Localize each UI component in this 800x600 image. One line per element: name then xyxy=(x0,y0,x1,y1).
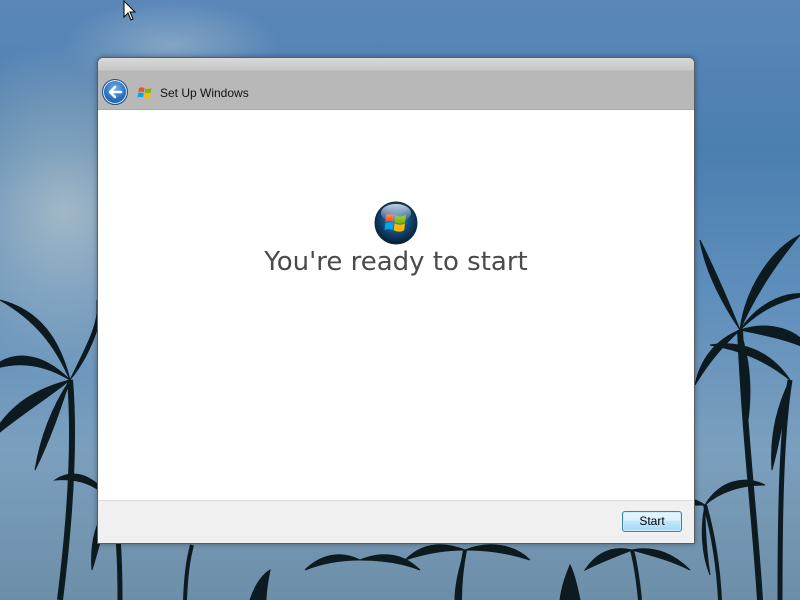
back-button[interactable] xyxy=(102,79,128,105)
start-button[interactable]: Start xyxy=(622,511,682,532)
windows-flag-icon xyxy=(137,87,152,99)
footer-bar: Start xyxy=(98,500,694,543)
ready-heading: You're ready to start xyxy=(264,247,528,277)
setup-window: Set Up Windows You're ready to start Sta… xyxy=(97,57,695,544)
mouse-cursor-icon xyxy=(123,0,137,21)
main-content: You're ready to start xyxy=(98,111,694,502)
back-arrow-icon xyxy=(108,85,123,99)
windows-orb-icon xyxy=(374,201,418,245)
title-bar: Set Up Windows xyxy=(98,58,694,110)
window-title: Set Up Windows xyxy=(160,86,249,100)
